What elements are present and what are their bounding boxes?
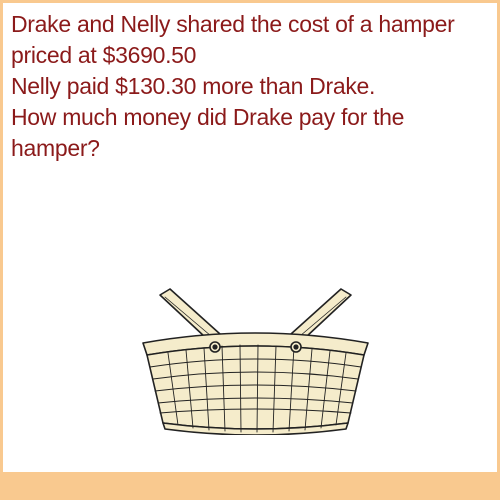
basket-icon bbox=[142, 288, 369, 435]
question-line-2: priced at $3690.50 bbox=[11, 42, 197, 68]
question-line-1: Drake and Nelly shared the cost of a ham… bbox=[11, 11, 455, 37]
worksheet-card: Drake and Nelly shared the cost of a ham… bbox=[0, 0, 500, 500]
question-line-5: hamper? bbox=[11, 135, 100, 161]
question-line-4: How much money did Drake pay for the bbox=[11, 104, 405, 130]
question-line-3: Nelly paid $130.30 more than Drake. bbox=[11, 73, 376, 99]
basket-illustration bbox=[138, 285, 373, 435]
word-problem-text: Drake and Nelly shared the cost of a ham… bbox=[11, 9, 495, 164]
bottom-accent-bar bbox=[3, 472, 497, 500]
